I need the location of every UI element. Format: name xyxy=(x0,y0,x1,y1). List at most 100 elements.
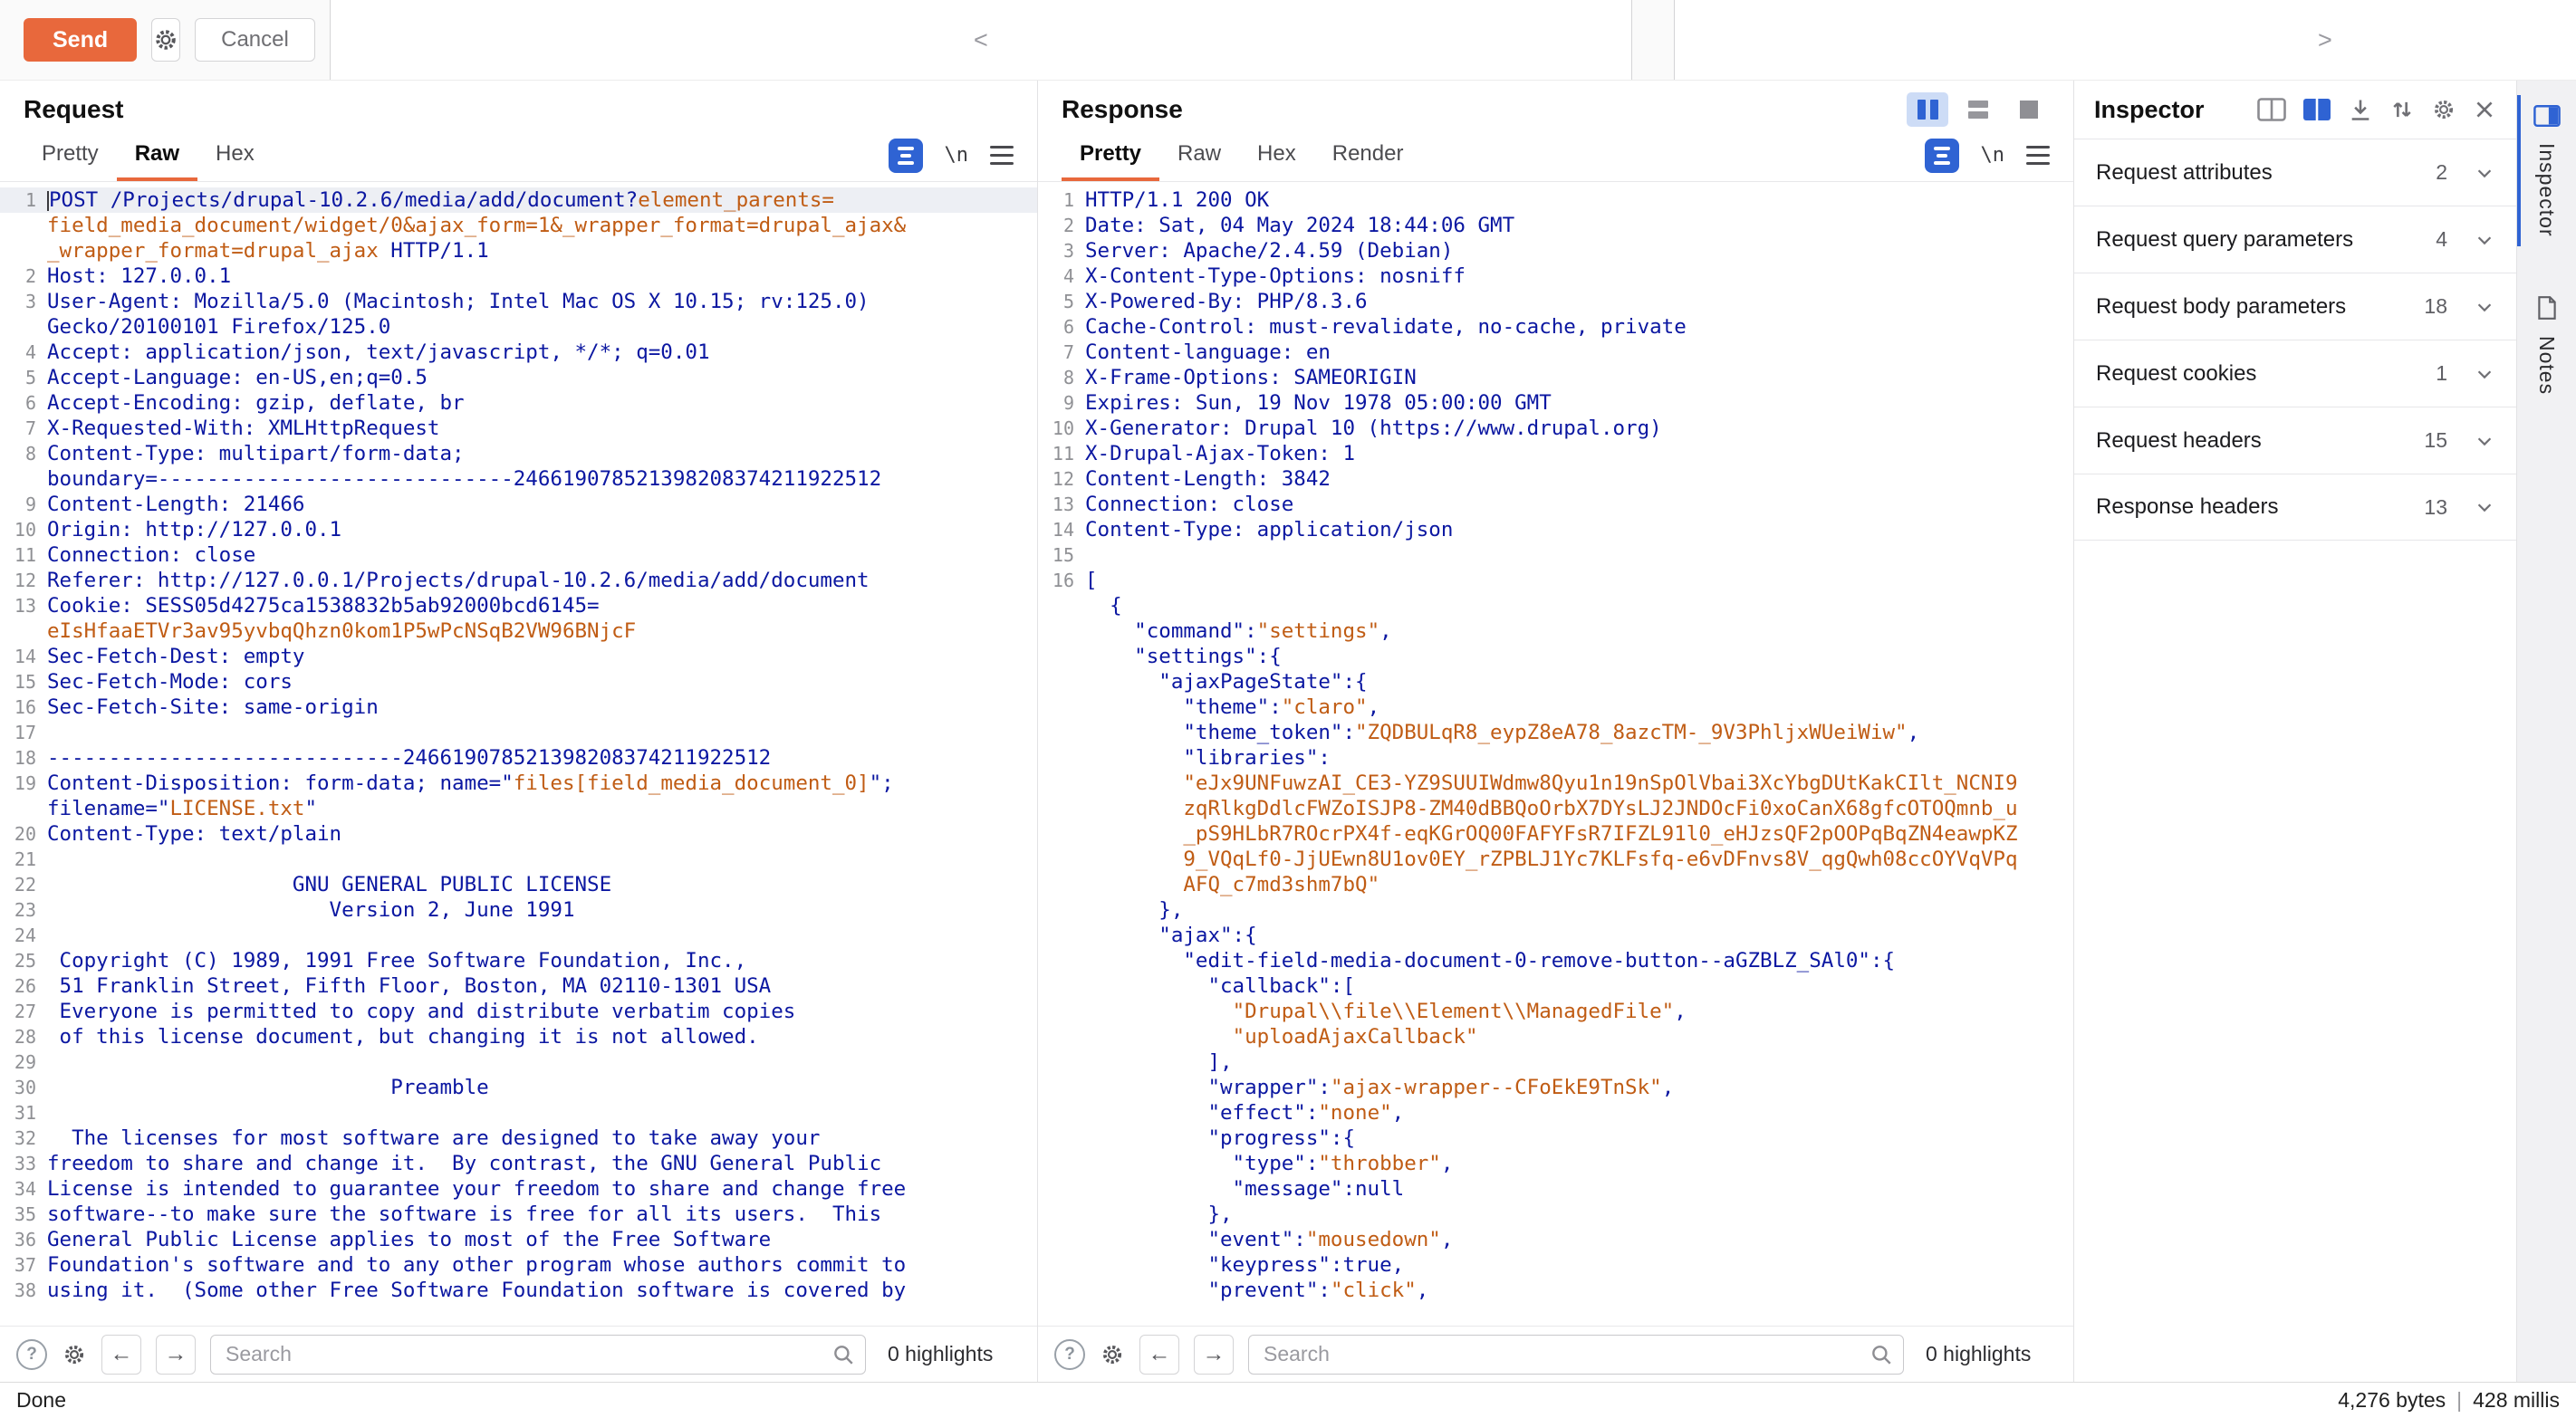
code-line[interactable]: 29 xyxy=(0,1049,1037,1075)
inspector-section-request-query-parameters[interactable]: Request query parameters4 xyxy=(2074,206,2516,273)
code-line[interactable]: 2Host: 127.0.0.1 xyxy=(0,263,1037,289)
response-tab-raw[interactable]: Raw xyxy=(1159,129,1239,181)
code-line[interactable]: "type":"throbber", xyxy=(1038,1151,2073,1176)
code-line[interactable]: AFQ_c7md3shm7bQ" xyxy=(1038,872,2073,897)
code-line[interactable]: 28 of this license document, but changin… xyxy=(0,1024,1037,1049)
sort-icon[interactable] xyxy=(2389,97,2415,122)
code-line[interactable]: "keypress":true, xyxy=(1038,1252,2073,1278)
inspector-settings-gear-icon[interactable] xyxy=(2431,97,2456,122)
code-line[interactable]: 21 xyxy=(0,847,1037,872)
code-line[interactable]: eIsHfaaETVr3av95yvbqQhzn0kom1P5wPcNSqB2V… xyxy=(0,618,1037,644)
layout-single-button[interactable] xyxy=(2008,92,2050,127)
code-line[interactable]: "edit-field-media-document-0-remove-butt… xyxy=(1038,948,2073,973)
code-line[interactable]: "effect":"none", xyxy=(1038,1100,2073,1126)
code-line[interactable]: 22 GNU GENERAL PUBLIC LICENSE xyxy=(0,872,1037,897)
request-search-input[interactable] xyxy=(210,1335,866,1375)
pane-view-active-icon[interactable] xyxy=(2302,98,2331,121)
code-line[interactable]: 10X-Generator: Drupal 10 (https://www.dr… xyxy=(1038,416,2073,441)
code-line[interactable]: _pS9HLbR7ROcrPX4f-eqKGrOQ00FAFYFsR7IFZL9… xyxy=(1038,821,2073,847)
code-line[interactable]: 23 Version 2, June 1991 xyxy=(0,897,1037,923)
code-line[interactable]: 6Cache-Control: must-revalidate, no-cach… xyxy=(1038,314,2073,340)
code-line[interactable]: ], xyxy=(1038,1049,2073,1075)
code-line[interactable]: _wrapper_format=drupal_ajax HTTP/1.1 xyxy=(0,238,1037,263)
code-line[interactable]: "command":"settings", xyxy=(1038,618,2073,644)
layout-columns-button[interactable] xyxy=(1907,92,1948,127)
inspector-section-request-cookies[interactable]: Request cookies1 xyxy=(2074,340,2516,407)
send-options-gear-icon[interactable] xyxy=(151,18,180,62)
code-line[interactable]: }, xyxy=(1038,897,2073,923)
code-line[interactable]: 25 Copyright (C) 1989, 1991 Free Softwar… xyxy=(0,948,1037,973)
code-line[interactable]: 8Content-Type: multipart/form-data; xyxy=(0,441,1037,466)
code-line[interactable]: filename="LICENSE.txt" xyxy=(0,796,1037,821)
code-line[interactable]: 13Connection: close xyxy=(1038,492,2073,517)
code-line[interactable]: "Drupal\\file\\Element\\ManagedFile", xyxy=(1038,999,2073,1024)
code-line[interactable]: 3Server: Apache/2.4.59 (Debian) xyxy=(1038,238,2073,263)
syntax-highlight-icon[interactable] xyxy=(889,139,923,173)
code-line[interactable]: "eJx9UNFuwzAI_CE3-YZ9SUUIWdmw8Qyu1n19nSp… xyxy=(1038,771,2073,796)
code-line[interactable]: 32 The licenses for most software are de… xyxy=(0,1126,1037,1151)
code-line[interactable]: 31 xyxy=(0,1100,1037,1126)
code-line[interactable]: 35software--to make sure the software is… xyxy=(0,1202,1037,1227)
cancel-button[interactable]: Cancel xyxy=(195,18,315,62)
request-raw-editor[interactable]: 1POST /Projects/drupal-10.2.6/media/add/… xyxy=(0,182,1037,1326)
code-line[interactable]: 10Origin: http://127.0.0.1 xyxy=(0,517,1037,542)
collapse-all-icon[interactable] xyxy=(2348,97,2373,122)
inspector-section-request-body-parameters[interactable]: Request body parameters18 xyxy=(2074,273,2516,340)
code-line[interactable]: 12Content-Length: 3842 xyxy=(1038,466,2073,492)
code-line[interactable]: 37Foundation's software and to any other… xyxy=(0,1252,1037,1278)
request-tab-raw[interactable]: Raw xyxy=(117,129,197,181)
code-line[interactable]: 9Expires: Sun, 19 Nov 1978 05:00:00 GMT xyxy=(1038,390,2073,416)
dock-tab-inspector[interactable]: Inspector xyxy=(2517,95,2576,246)
code-line[interactable]: boundary=-----------------------------24… xyxy=(0,466,1037,492)
code-line[interactable]: 11Connection: close xyxy=(0,542,1037,568)
code-line[interactable]: 34License is intended to guarantee your … xyxy=(0,1176,1037,1202)
code-line[interactable]: "settings":{ xyxy=(1038,644,2073,669)
code-line[interactable]: 4Accept: application/json, text/javascri… xyxy=(0,340,1037,365)
response-tab-hex[interactable]: Hex xyxy=(1239,129,1314,181)
code-line[interactable]: 2Date: Sat, 04 May 2024 18:44:06 GMT xyxy=(1038,213,2073,238)
code-line[interactable]: "progress":{ xyxy=(1038,1126,2073,1151)
code-line[interactable]: zqRlkgDdlcFWZoISJP8-ZM40dBBQoOrbX7DYsLJ2… xyxy=(1038,796,2073,821)
code-line[interactable]: { xyxy=(1038,593,2073,618)
code-line[interactable]: 14Sec-Fetch-Dest: empty xyxy=(0,644,1037,669)
layout-rows-button[interactable] xyxy=(1957,92,1999,127)
code-line[interactable]: "message":null xyxy=(1038,1176,2073,1202)
code-line[interactable]: 14Content-Type: application/json xyxy=(1038,517,2073,542)
code-line[interactable]: 17 xyxy=(0,720,1037,745)
code-line[interactable]: "wrapper":"ajax-wrapper--CFoEkE9TnSk", xyxy=(1038,1075,2073,1100)
inspector-section-request-headers[interactable]: Request headers15 xyxy=(2074,407,2516,474)
code-line[interactable]: 6Accept-Encoding: gzip, deflate, br xyxy=(0,390,1037,416)
show-newlines-button[interactable]: \n xyxy=(1981,144,2005,167)
search-settings-gear-icon[interactable] xyxy=(62,1342,87,1367)
code-line[interactable]: 5X-Powered-By: PHP/8.3.6 xyxy=(1038,289,2073,314)
code-line[interactable]: 33freedom to share and change it. By con… xyxy=(0,1151,1037,1176)
code-line[interactable]: 19Content-Disposition: form-data; name="… xyxy=(0,771,1037,796)
code-line[interactable]: 7Content-language: en xyxy=(1038,340,2073,365)
code-line[interactable]: 4X-Content-Type-Options: nosniff xyxy=(1038,263,2073,289)
close-inspector-icon[interactable] xyxy=(2473,98,2496,121)
code-line[interactable]: 20Content-Type: text/plain xyxy=(0,821,1037,847)
code-line[interactable]: "prevent":"click", xyxy=(1038,1278,2073,1303)
code-line[interactable]: "event":"mousedown", xyxy=(1038,1227,2073,1252)
code-line[interactable]: field_media_document/widget/0&ajax_form=… xyxy=(0,213,1037,238)
code-line[interactable]: 38using it. (Some other Free Software Fo… xyxy=(0,1278,1037,1303)
response-tab-pretty[interactable]: Pretty xyxy=(1062,129,1159,181)
editor-menu-icon[interactable] xyxy=(990,146,1014,165)
code-line[interactable]: 12Referer: http://127.0.0.1/Projects/dru… xyxy=(0,568,1037,593)
response-search-input[interactable] xyxy=(1248,1335,1904,1375)
search-prev-button[interactable]: ← xyxy=(101,1335,141,1375)
inspector-section-request-attributes[interactable]: Request attributes2 xyxy=(2074,139,2516,206)
response-pretty-editor[interactable]: 1HTTP/1.1 200 OK2Date: Sat, 04 May 2024 … xyxy=(1038,182,2073,1326)
code-line[interactable]: "uploadAjaxCallback" xyxy=(1038,1024,2073,1049)
code-line[interactable]: 3User-Agent: Mozilla/5.0 (Macintosh; Int… xyxy=(0,289,1037,314)
code-line[interactable]: Gecko/20100101 Firefox/125.0 xyxy=(0,314,1037,340)
code-line[interactable]: 15 xyxy=(1038,542,2073,568)
code-line[interactable]: 9_VQqLf0-JjUEwn8U1ov0EY_rZPBLJ1Yc7KLFsfq… xyxy=(1038,847,2073,872)
code-line[interactable]: 24 xyxy=(0,923,1037,948)
code-line[interactable]: 1HTTP/1.1 200 OK xyxy=(1038,187,2073,213)
code-line[interactable]: 30 Preamble xyxy=(0,1075,1037,1100)
code-line[interactable]: 26 51 Franklin Street, Fifth Floor, Bost… xyxy=(0,973,1037,999)
code-line[interactable]: }, xyxy=(1038,1202,2073,1227)
code-line[interactable]: 13Cookie: SESS05d4275ca1538832b5ab92000b… xyxy=(0,593,1037,618)
code-line[interactable]: 15Sec-Fetch-Mode: cors xyxy=(0,669,1037,695)
